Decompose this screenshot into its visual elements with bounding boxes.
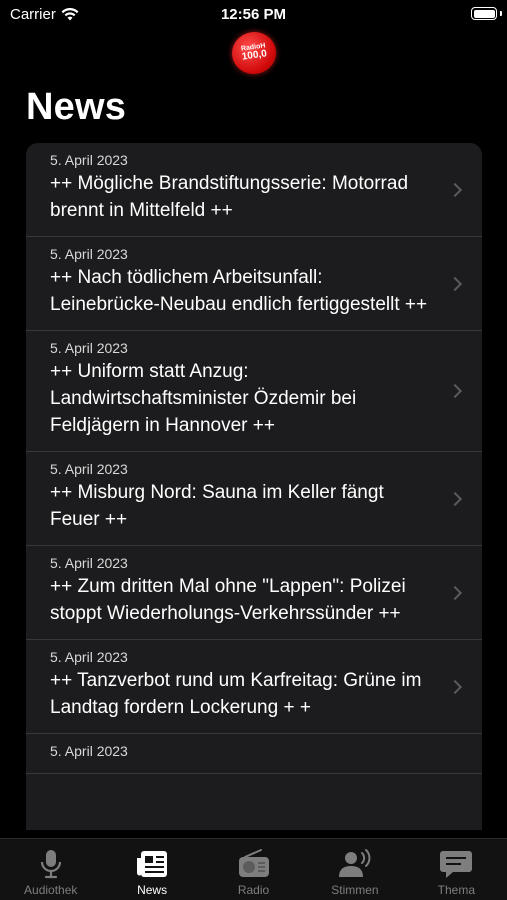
battery-icon — [471, 7, 497, 20]
chevron-right-icon — [447, 679, 463, 694]
tab-radio[interactable]: Radio — [203, 839, 304, 900]
clock: 12:56 PM — [220, 6, 287, 23]
chevron-right-icon — [447, 276, 463, 291]
news-item[interactable]: 5. April 2023 ++ Nach tödlichem Arbeitsu… — [26, 237, 482, 331]
radio-logo[interactable]: RadioH 100,0 — [229, 29, 279, 77]
logo-text-bottom: 100,0 — [241, 48, 268, 63]
news-date: 5. April 2023 — [50, 649, 128, 665]
tab-audiothek[interactable]: Audiothek — [0, 839, 101, 900]
speech-bubble-icon — [436, 847, 476, 881]
status-bar: Carrier 12:56 PM — [0, 0, 507, 30]
chevron-right-icon — [447, 182, 463, 197]
news-list[interactable]: 5. April 2023 ++ Mögliche Brandstiftungs… — [26, 143, 482, 830]
news-date: 5. April 2023 — [50, 743, 128, 759]
news-headline: ++ Tanzverbot rund um Karfreitag: Grüne … — [50, 670, 422, 718]
tab-thema[interactable]: Thema — [406, 839, 507, 900]
chevron-right-icon — [447, 491, 463, 506]
news-item[interactable]: 5. April 2023 — [26, 734, 482, 774]
chevron-right-icon — [447, 383, 463, 399]
news-headline: ++ Uniform statt Anzug: Landwirtschaftsm… — [50, 361, 357, 436]
page-title: News — [26, 86, 127, 128]
news-item[interactable]: 5. April 2023 ++ Uniform statt Anzug: La… — [26, 331, 482, 452]
news-headline: ++ Misburg Nord: Sauna im Keller fängt F… — [50, 482, 384, 530]
news-date: 5. April 2023 — [50, 461, 128, 477]
news-item[interactable]: 5. April 2023 ++ Tanzverbot rund um Karf… — [26, 640, 482, 734]
tab-label: Radio — [237, 883, 270, 897]
speaking-person-icon — [335, 847, 375, 881]
news-headline: ++ Zum dritten Mal ohne "Lappen": Polize… — [50, 576, 406, 624]
news-date: 5. April 2023 — [50, 152, 128, 168]
news-item[interactable]: 5. April 2023 ++ Mögliche Brandstiftungs… — [26, 143, 482, 237]
tab-stimmen[interactable]: Stimmen — [304, 839, 405, 900]
news-date: 5. April 2023 — [50, 340, 128, 356]
chevron-right-icon — [447, 585, 463, 600]
newspaper-icon — [132, 847, 172, 881]
news-date: 5. April 2023 — [50, 555, 128, 571]
news-headline: ++ Nach tödlichem Arbeitsunfall: Leinebr… — [50, 267, 428, 315]
microphone-icon — [31, 847, 71, 881]
tab-label: News — [137, 883, 168, 897]
news-item[interactable]: 5. April 2023 ++ Zum dritten Mal ohne "L… — [26, 546, 482, 640]
tab-label: Audiothek — [24, 883, 78, 897]
radio-icon — [234, 847, 274, 881]
news-date: 5. April 2023 — [50, 246, 128, 262]
tab-bar: Audiothek News Radio Stimmen Thema — [0, 838, 507, 900]
news-headline: ++ Mögliche Brandstiftungsserie: Motorra… — [50, 173, 409, 221]
tab-news[interactable]: News — [101, 839, 202, 900]
tab-label: Stimmen — [331, 883, 379, 897]
tab-label: Thema — [437, 883, 475, 897]
news-item[interactable]: 5. April 2023 ++ Misburg Nord: Sauna im … — [26, 452, 482, 546]
